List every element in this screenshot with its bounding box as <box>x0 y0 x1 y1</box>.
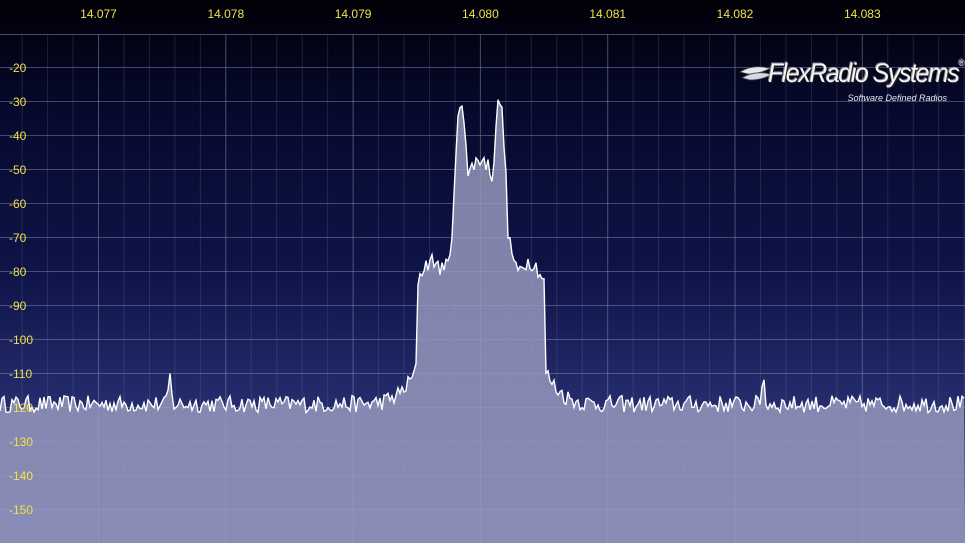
freq-label-14-077: 14.077 <box>80 7 117 21</box>
freq-label-14-083: 14.083 <box>843 7 881 21</box>
db-label-minus-60: -60 <box>9 196 27 211</box>
db-label-minus-40: -40 <box>9 128 27 143</box>
logo-name: FlexRadio Systems <box>768 58 960 88</box>
logo-wordmark: FlexRadio Systems® <box>768 58 965 89</box>
db-label-minus-140: -140 <box>9 468 34 483</box>
db-label-minus-120: -120 <box>9 400 34 415</box>
db-label-minus-20: -20 <box>9 60 27 75</box>
flexradio-logo: FlexRadio Systems® Software Defined Radi… <box>738 58 965 108</box>
freq-label-14-080: 14.080 <box>462 7 499 21</box>
db-label-minus-80: -80 <box>9 264 27 279</box>
db-label-minus-130: -130 <box>9 434 34 449</box>
freq-label-14-082: 14.082 <box>716 7 754 21</box>
logo-tagline: Software Defined Radios <box>847 93 947 103</box>
spectrum-trace-fill <box>0 99 965 543</box>
panadapter-display[interactable]: 14.077 14.078 14.079 14.080 14.081 14.08… <box>0 0 965 543</box>
freq-label-14-079: 14.079 <box>334 7 372 21</box>
db-label-minus-90: -90 <box>9 298 27 313</box>
db-label-minus-110: -110 <box>9 366 33 381</box>
registered-mark: ® <box>958 58 965 68</box>
db-label-minus-50: -50 <box>9 162 27 177</box>
freq-label-14-078: 14.078 <box>207 7 245 21</box>
db-label-minus-30: -30 <box>9 94 27 109</box>
db-label-minus-150: -150 <box>9 502 34 517</box>
db-label-minus-100: -100 <box>9 332 34 347</box>
freq-label-14-081: 14.081 <box>589 7 627 21</box>
db-label-minus-70: -70 <box>9 230 27 245</box>
